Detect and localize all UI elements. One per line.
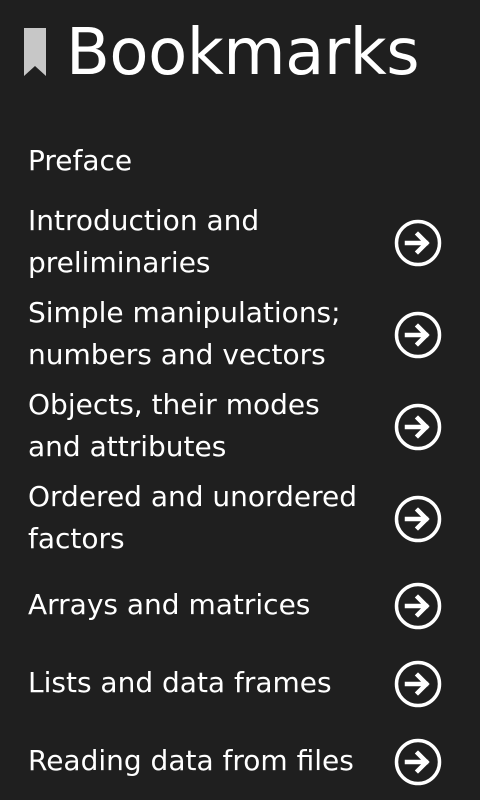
arrow-right-circle-icon[interactable] (394, 738, 442, 786)
bookmark-label-line: and attributes (28, 430, 227, 463)
bookmark-item-arrays[interactable]: Arrays and matrices (28, 578, 468, 634)
bookmark-item-objects[interactable]: Objects, their modes and attributes (28, 384, 468, 470)
bookmark-item-simple-manipulations[interactable]: Simple manipulations; numbers and vector… (28, 292, 468, 378)
arrow-right-circle-icon[interactable] (394, 495, 442, 543)
arrow-right-circle-icon[interactable] (394, 311, 442, 359)
arrow-right-circle-icon[interactable] (394, 582, 442, 630)
bookmark-item-reading-data[interactable]: Reading data from files (28, 734, 468, 790)
bookmark-label-line: numbers and vectors (28, 338, 326, 371)
arrow-right-circle-icon[interactable] (394, 660, 442, 708)
bookmark-item-lists[interactable]: Lists and data frames (28, 656, 468, 712)
bookmark-label: Ordered and unordered factors (28, 476, 378, 560)
bookmark-item-factors[interactable]: Ordered and unordered factors (28, 476, 468, 562)
bookmark-label-line: Lists and data frames (28, 666, 332, 699)
bookmark-label: Introduction and preliminaries (28, 200, 378, 284)
bookmark-label-line: Ordered and unordered (28, 480, 357, 513)
arrow-right-circle-icon[interactable] (394, 219, 442, 267)
bookmark-label: Arrays and matrices (28, 584, 378, 626)
bookmark-label: Simple manipulations; numbers and vector… (28, 292, 378, 376)
bookmark-item-preface[interactable]: Preface (28, 140, 468, 186)
bookmark-label: Preface (28, 140, 378, 182)
arrow-right-circle-icon[interactable] (394, 403, 442, 451)
bookmark-label-line: Reading data from files (28, 744, 354, 777)
bookmark-label: Lists and data frames (28, 662, 378, 704)
bookmark-label-line: Simple manipulations; (28, 296, 341, 329)
bookmark-label-line: Objects, their modes (28, 388, 320, 421)
bookmark-item-introduction[interactable]: Introduction and preliminaries (28, 200, 468, 286)
bookmark-label-line: factors (28, 522, 125, 555)
bookmark-label-line: Introduction and (28, 204, 260, 237)
bookmark-label-line: Preface (28, 144, 133, 177)
bookmark-label: Objects, their modes and attributes (28, 384, 378, 468)
bookmark-label: Reading data from files (28, 740, 378, 782)
bookmark-label-line: preliminaries (28, 246, 211, 279)
bookmark-label-line: Arrays and matrices (28, 588, 311, 621)
bookmark-list: Preface Introduction and preliminaries S… (0, 0, 480, 800)
